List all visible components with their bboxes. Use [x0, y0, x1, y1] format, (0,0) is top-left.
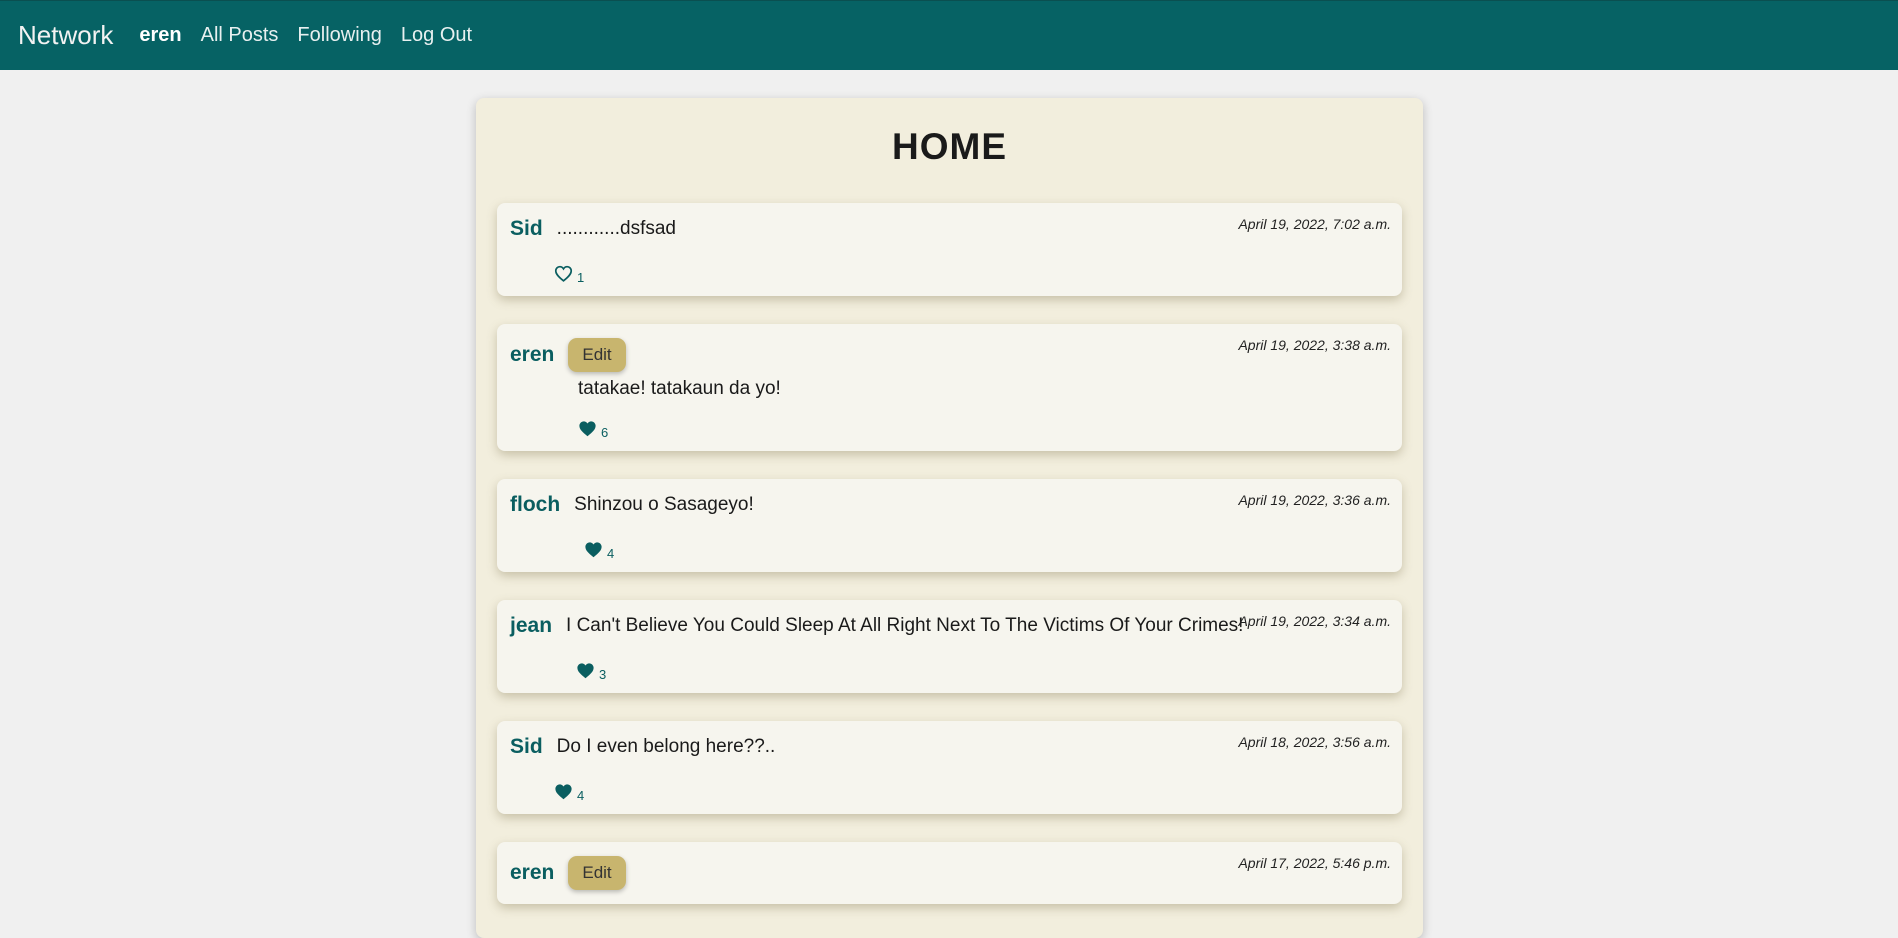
nav-log-out[interactable]: Log Out [401, 24, 472, 47]
navbar: Network eren All Posts Following Log Out [0, 0, 1898, 70]
post-timestamp: April 17, 2022, 5:46 p.m. [1238, 855, 1391, 871]
post-card: jean I Can't Believe You Could Sleep At … [497, 600, 1402, 693]
edit-button[interactable]: Edit [568, 338, 626, 372]
post-author-link[interactable]: Sid [510, 217, 543, 241]
heart-filled-icon[interactable] [576, 662, 595, 679]
post-author-link[interactable]: jean [510, 614, 552, 638]
like-count: 6 [601, 425, 609, 440]
like-count: 1 [577, 270, 585, 285]
post-content: ............dsfsad [556, 218, 676, 239]
like-count: 4 [577, 788, 585, 803]
nav-following[interactable]: Following [297, 24, 381, 47]
page-title: HOME [892, 126, 1007, 167]
heart-filled-icon[interactable] [554, 783, 573, 800]
post-content: tatakae! tatakaun da yo! [578, 378, 781, 399]
like-count: 4 [607, 546, 615, 561]
post-content: Shinzou o Sasageyo! [574, 494, 754, 515]
home-container: HOME Sid ............dsfsad April 19, 20… [476, 98, 1423, 938]
heart-filled-icon[interactable] [584, 541, 603, 558]
post-content: I Can't Believe You Could Sleep At All R… [566, 615, 1244, 636]
like-count: 3 [599, 667, 607, 682]
post-card: Sid Do I even belong here??.. April 18, … [497, 721, 1402, 814]
post-card: eren Edit April 17, 2022, 5:46 p.m. [497, 842, 1402, 904]
post-author-link[interactable]: eren [510, 861, 554, 885]
post-timestamp: April 18, 2022, 3:56 a.m. [1238, 734, 1391, 750]
post-card: Sid ............dsfsad April 19, 2022, 7… [497, 203, 1402, 296]
brand-link[interactable]: Network [18, 20, 113, 51]
heart-filled-icon[interactable] [578, 420, 597, 437]
nav-all-posts[interactable]: All Posts [201, 24, 279, 47]
post-author-link[interactable]: floch [510, 493, 560, 517]
post-author-link[interactable]: eren [510, 343, 554, 367]
post-timestamp: April 19, 2022, 7:02 a.m. [1238, 216, 1391, 232]
post-timestamp: April 19, 2022, 3:34 a.m. [1238, 613, 1391, 629]
post-author-link[interactable]: Sid [510, 735, 543, 759]
post-card: eren Edit tatakae! tatakaun da yo! April… [497, 324, 1402, 451]
edit-button[interactable]: Edit [568, 856, 626, 890]
post-timestamp: April 19, 2022, 3:36 a.m. [1238, 492, 1391, 508]
heart-outline-icon[interactable] [554, 265, 573, 282]
post-card: floch Shinzou o Sasageyo! April 19, 2022… [497, 479, 1402, 572]
post-timestamp: April 19, 2022, 3:38 a.m. [1238, 337, 1391, 353]
nav-user-profile[interactable]: eren [139, 24, 181, 47]
post-list: Sid ............dsfsad April 19, 2022, 7… [497, 203, 1402, 932]
post-content: Do I even belong here??.. [556, 736, 776, 757]
